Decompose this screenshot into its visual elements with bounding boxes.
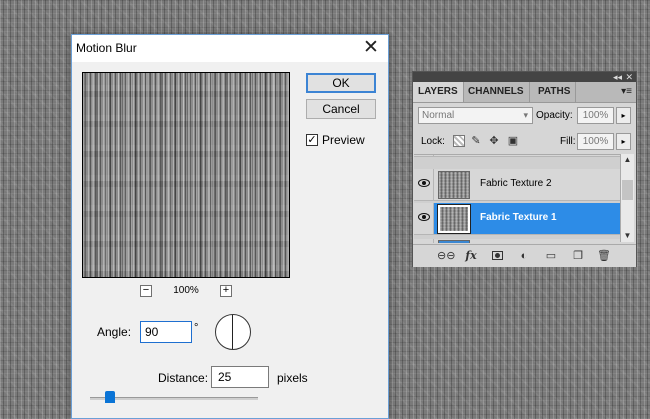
layers-panel-footer: ⊖⊖ fx ◐ ▭ ❐ 🗑 bbox=[413, 244, 636, 267]
angle-dial[interactable] bbox=[215, 314, 251, 350]
layer-row-selected[interactable]: Fabric Texture 1 bbox=[414, 203, 620, 235]
layer-mask-icon[interactable] bbox=[490, 248, 506, 264]
adjustment-layer-icon[interactable]: ◐ bbox=[516, 248, 532, 264]
layer-row-partial-top[interactable] bbox=[414, 155, 620, 157]
preview-checkbox[interactable]: ✓ bbox=[306, 134, 318, 146]
lock-image-pixels-icon[interactable]: ✎ bbox=[470, 135, 482, 147]
layer-thumbnail bbox=[437, 204, 471, 234]
layers-list: Fabric Texture 2 Fabric Texture 1 bbox=[414, 154, 620, 243]
zoom-out-button[interactable]: − bbox=[140, 285, 152, 297]
opacity-label: Opacity: bbox=[536, 110, 573, 121]
chevron-down-icon: ▾ bbox=[523, 110, 528, 120]
distance-input[interactable]: 25 bbox=[211, 366, 269, 388]
close-icon[interactable]: ✕ bbox=[360, 37, 382, 59]
tab-layers[interactable]: LAYERS bbox=[413, 82, 464, 102]
fill-label: Fill: bbox=[560, 136, 576, 147]
layer-thumbnail bbox=[438, 240, 470, 243]
layer-row[interactable]: Fabric Texture 2 bbox=[414, 169, 620, 201]
trash-icon[interactable]: 🗑 bbox=[596, 248, 612, 264]
lock-label: Lock: bbox=[421, 136, 445, 147]
degree-symbol: ° bbox=[194, 322, 199, 334]
lock-all-icon[interactable]: ▣ bbox=[507, 135, 519, 147]
panel-topbar[interactable]: ◂◂ ✕ bbox=[413, 72, 636, 82]
layers-panel: ◂◂ ✕ LAYERS CHANNELS PATHS ▾≡ Normal ▾ O… bbox=[412, 71, 637, 267]
lock-position-icon[interactable]: ✥ bbox=[488, 135, 500, 147]
panel-menu-icon[interactable]: ▾≡ bbox=[621, 82, 632, 102]
scroll-down-icon[interactable]: ▼ bbox=[621, 230, 634, 242]
visibility-cell[interactable] bbox=[414, 203, 434, 234]
new-group-icon[interactable]: ▭ bbox=[543, 248, 559, 264]
cancel-button[interactable]: Cancel bbox=[306, 99, 376, 119]
distance-label: Distance: bbox=[158, 371, 209, 385]
distance-slider-track[interactable] bbox=[90, 397, 258, 400]
ok-button[interactable]: OK bbox=[306, 73, 376, 93]
angle-input[interactable]: 90 bbox=[140, 321, 192, 343]
opacity-input[interactable]: 100% bbox=[577, 107, 614, 124]
layer-name: Fabric Texture 1 bbox=[480, 212, 557, 223]
dialog-titlebar[interactable]: Motion Blur ✕ bbox=[72, 35, 388, 62]
panel-close-icon[interactable]: ✕ bbox=[625, 72, 633, 82]
new-layer-icon[interactable]: ❐ bbox=[570, 248, 586, 264]
opacity-arrow-icon[interactable]: ▸ bbox=[616, 107, 631, 124]
lock-transparent-pixels-icon[interactable] bbox=[453, 135, 465, 147]
scroll-up-icon[interactable]: ▲ bbox=[621, 154, 634, 166]
blur-preview-image[interactable] bbox=[82, 72, 290, 278]
blend-mode-select[interactable]: Normal ▾ bbox=[418, 107, 533, 124]
collapse-icon[interactable]: ◂◂ bbox=[613, 72, 622, 82]
zoom-in-button[interactable]: + bbox=[220, 285, 232, 297]
distance-slider-thumb[interactable] bbox=[105, 391, 115, 403]
tab-paths[interactable]: PATHS bbox=[533, 82, 577, 102]
visibility-cell[interactable] bbox=[414, 169, 434, 200]
eye-icon[interactable] bbox=[418, 179, 430, 187]
angle-dial-needle bbox=[232, 315, 233, 349]
preview-label: Preview bbox=[322, 133, 365, 147]
blend-mode-value: Normal bbox=[422, 110, 455, 121]
layer-row-partial-bottom[interactable] bbox=[414, 239, 620, 243]
panel-tabs: LAYERS CHANNELS PATHS ▾≡ bbox=[413, 82, 636, 103]
visibility-cell[interactable] bbox=[414, 155, 434, 156]
motion-blur-dialog: Motion Blur ✕ − 100% + OK Cancel ✓ Previ… bbox=[71, 34, 389, 419]
angle-label: Angle: bbox=[97, 325, 132, 339]
visibility-cell[interactable] bbox=[414, 239, 434, 243]
fill-arrow-icon[interactable]: ▸ bbox=[616, 133, 631, 150]
eye-icon[interactable] bbox=[418, 213, 430, 221]
layer-thumbnail bbox=[438, 171, 470, 199]
layer-name: Fabric Texture 2 bbox=[480, 178, 552, 189]
fill-input[interactable]: 100% bbox=[577, 133, 614, 150]
zoom-level: 100% bbox=[173, 285, 199, 296]
fx-icon[interactable]: fx bbox=[463, 248, 479, 264]
tab-channels[interactable]: CHANNELS bbox=[463, 82, 530, 102]
dialog-title: Motion Blur bbox=[76, 41, 137, 55]
distance-unit-label: pixels bbox=[277, 371, 308, 385]
link-layers-icon[interactable]: ⊖⊖ bbox=[437, 248, 455, 264]
layers-scrollbar[interactable]: ▲ ▼ bbox=[620, 154, 634, 242]
scroll-thumb[interactable] bbox=[622, 180, 633, 200]
